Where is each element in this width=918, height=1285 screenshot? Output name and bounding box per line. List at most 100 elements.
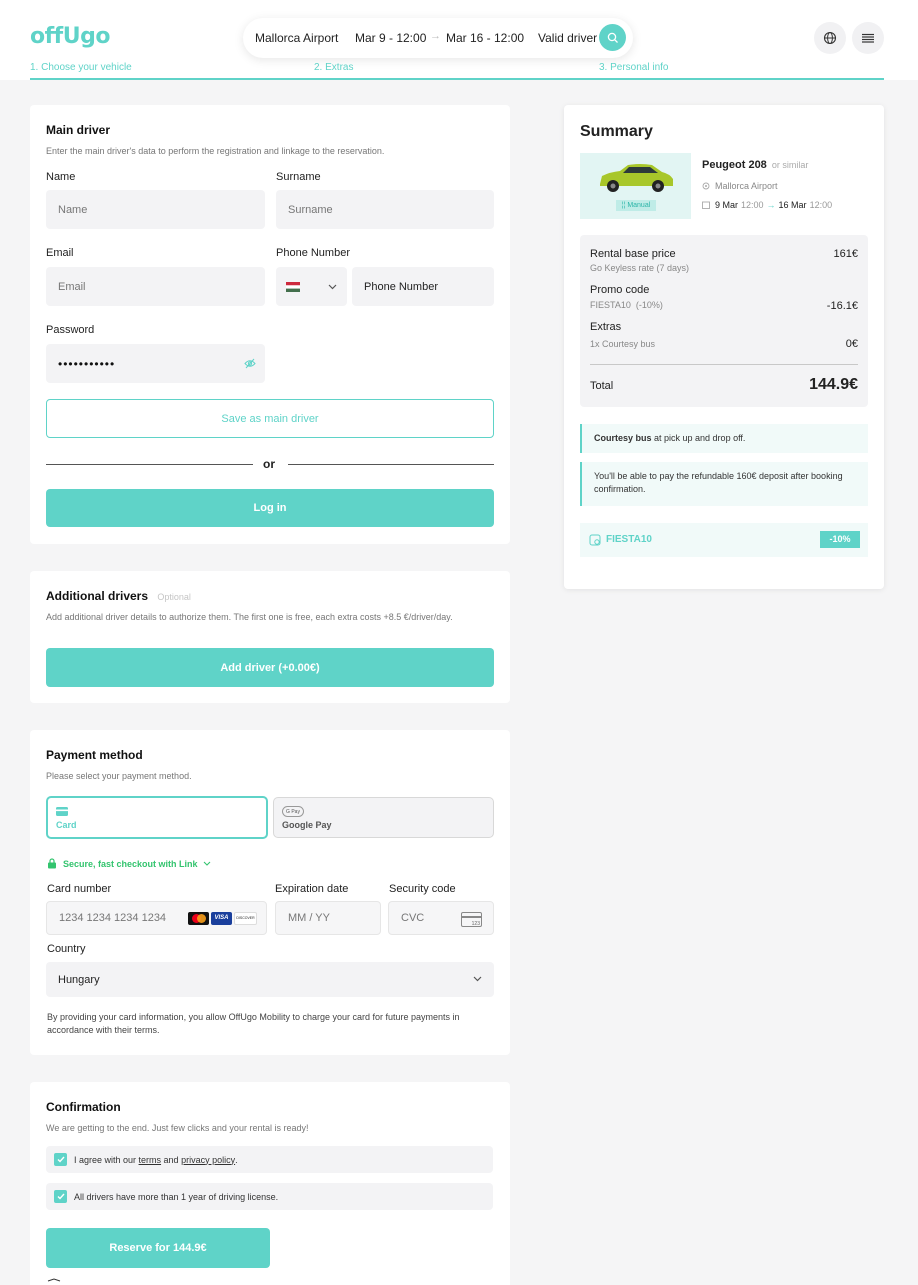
date-from: 9 Mar (715, 200, 739, 210)
save-main-driver-button[interactable]: Save as main driver (46, 399, 494, 438)
terms-checkbox-row[interactable]: I agree with our terms and privacy polic… (46, 1146, 493, 1173)
search-dropoff[interactable]: Mar 16 - 12:00 (446, 31, 524, 45)
privacy-policy-link[interactable]: privacy policy (181, 1155, 235, 1165)
promo-label: Promo code (590, 284, 650, 296)
time-to: 12:00 (809, 200, 833, 210)
password-value: ••••••••••• (58, 356, 116, 371)
surname-input[interactable]: Surname (276, 190, 494, 229)
calendar-icon (702, 201, 710, 209)
extras-value: 0€ (845, 338, 858, 350)
country-code-select[interactable] (276, 267, 347, 306)
credit-card-icon (56, 807, 68, 816)
menu-button[interactable] (852, 22, 884, 54)
search-summary-pill[interactable]: Mallorca Airport Mar 9 - 12:00 → Mar 16 … (243, 18, 633, 58)
cvc-placeholder: CVC (401, 912, 425, 924)
search-pickup[interactable]: Mar 9 - 12:00 (355, 31, 426, 45)
cvc-input[interactable]: CVC 123 (388, 901, 494, 935)
base-price-label: Rental base price (590, 248, 676, 260)
car-similar: or similar (771, 160, 809, 170)
terms-link[interactable]: terms (139, 1155, 162, 1165)
step-personal-info: 3. Personal info (599, 62, 669, 73)
arrow-right-icon: → (430, 30, 441, 42)
link-checkout[interactable]: Secure, fast checkout with Link (47, 858, 211, 869)
expiry-input[interactable]: MM / YY (275, 901, 381, 935)
mastercard-icon (188, 912, 209, 925)
card-number-input[interactable]: 1234 1234 1234 1234 VISA DISCOVER (46, 901, 267, 935)
search-button[interactable] (599, 24, 626, 51)
google-pay-icon: G Pay (282, 806, 304, 817)
promo-value: -16.1€ (826, 300, 858, 312)
password-input[interactable]: ••••••••••• (46, 344, 265, 383)
brand-logo[interactable]: offUgo (30, 24, 110, 49)
base-price-sub: Go Keyless rate (7 days) (590, 263, 690, 273)
search-location[interactable]: Mallorca Airport (255, 31, 338, 45)
language-button[interactable] (814, 22, 846, 54)
reserve-button[interactable]: Reserve for 144.9€ (46, 1228, 270, 1268)
base-price-value: 161€ (833, 248, 858, 260)
optional-tag: Optional (157, 592, 191, 602)
car-model: Peugeot 208 (702, 159, 767, 171)
terms-checkbox[interactable] (54, 1153, 67, 1166)
date-to: 16 Mar (778, 200, 807, 210)
hamburger-icon (862, 33, 874, 43)
google-pay-tab[interactable]: G Pay Google Pay (273, 797, 494, 838)
divider-left (46, 464, 253, 465)
country-select[interactable]: Hungary (46, 962, 494, 997)
search-icon (607, 32, 618, 43)
expiry-label: Expiration date (275, 883, 349, 895)
step-extras[interactable]: 2. Extras (314, 62, 353, 73)
license-text: All drivers have more than 1 year of dri… (74, 1191, 279, 1202)
coupon-icon (589, 534, 601, 546)
additional-drivers-title: Additional drivers Optional (46, 589, 191, 603)
card-tab-label: Card (56, 820, 77, 830)
hungary-flag-icon (286, 281, 300, 292)
discount-badge: -10% (820, 531, 860, 548)
checkout-steps: 1. Choose your vehicle 2. Extras 3. Pers… (30, 62, 884, 80)
phone-input[interactable]: Phone Number (352, 267, 494, 306)
cvc-icon-digits: 123 (471, 921, 480, 927)
eye-off-icon[interactable] (244, 358, 256, 369)
name-input[interactable]: Name (46, 190, 265, 229)
shield-icon (47, 1278, 61, 1282)
card-brands: VISA DISCOVER (188, 912, 257, 925)
terms-mid: and (161, 1154, 182, 1165)
cvc-card-icon: 123 (461, 912, 482, 927)
or-label: or (263, 457, 275, 471)
transmission-badge: ¦¦ Manual (616, 200, 656, 211)
check-icon (57, 1156, 65, 1163)
car-name: Peugeot 208 or similar (702, 159, 808, 171)
price-breakdown: Rental base price Go Keyless rate (7 day… (580, 235, 868, 407)
promo-code-text: FIESTA10 (606, 534, 652, 545)
google-pay-label: Google Pay (282, 820, 332, 830)
login-button[interactable]: Log in (46, 489, 494, 527)
surname-label: Surname (276, 171, 321, 183)
promo-code-box: FIESTA10 -10% (580, 523, 868, 557)
terms-post: . (235, 1154, 238, 1165)
chevron-down-icon (328, 284, 337, 289)
additional-drivers-description: Add additional driver details to authori… (46, 612, 453, 622)
summary-location-text: Mallorca Airport (715, 181, 778, 191)
total-label: Total (590, 380, 614, 392)
payment-legal-text: By providing your card information, you … (47, 1012, 460, 1035)
arrow-right-icon: → (766, 200, 776, 210)
license-checkbox-row[interactable]: All drivers have more than 1 year of dri… (46, 1183, 493, 1210)
deposit-notice: You'll be able to pay the refundable 160… (580, 462, 868, 506)
license-checkbox[interactable] (54, 1190, 67, 1203)
email-input[interactable]: Email (46, 267, 265, 306)
main-driver-description: Enter the main driver's data to perform … (46, 146, 385, 156)
time-from: 12:00 (741, 200, 764, 210)
email-label: Email (46, 247, 74, 259)
courtesy-bus-notice: Courtesy bus at pick up and drop off. (580, 424, 868, 453)
terms-pre: I agree with our (74, 1154, 139, 1165)
card-number-placeholder: 1234 1234 1234 1234 (59, 912, 167, 924)
card-number-label: Card number (47, 883, 112, 895)
add-driver-button[interactable]: Add driver (+0.00€) (46, 648, 494, 687)
card-tab[interactable]: Card (46, 796, 268, 839)
confirmation-description: We are getting to the end. Just few clic… (46, 1123, 309, 1133)
search-driver[interactable]: Valid driver (538, 31, 597, 45)
name-label: Name (46, 171, 76, 183)
courtesy-bus-bold: Courtesy bus (594, 433, 652, 443)
courtesy-bus-rest: at pick up and drop off. (651, 433, 746, 443)
step-vehicle[interactable]: 1. Choose your vehicle (30, 62, 132, 73)
link-checkout-text: Secure, fast checkout with Link (63, 858, 198, 869)
